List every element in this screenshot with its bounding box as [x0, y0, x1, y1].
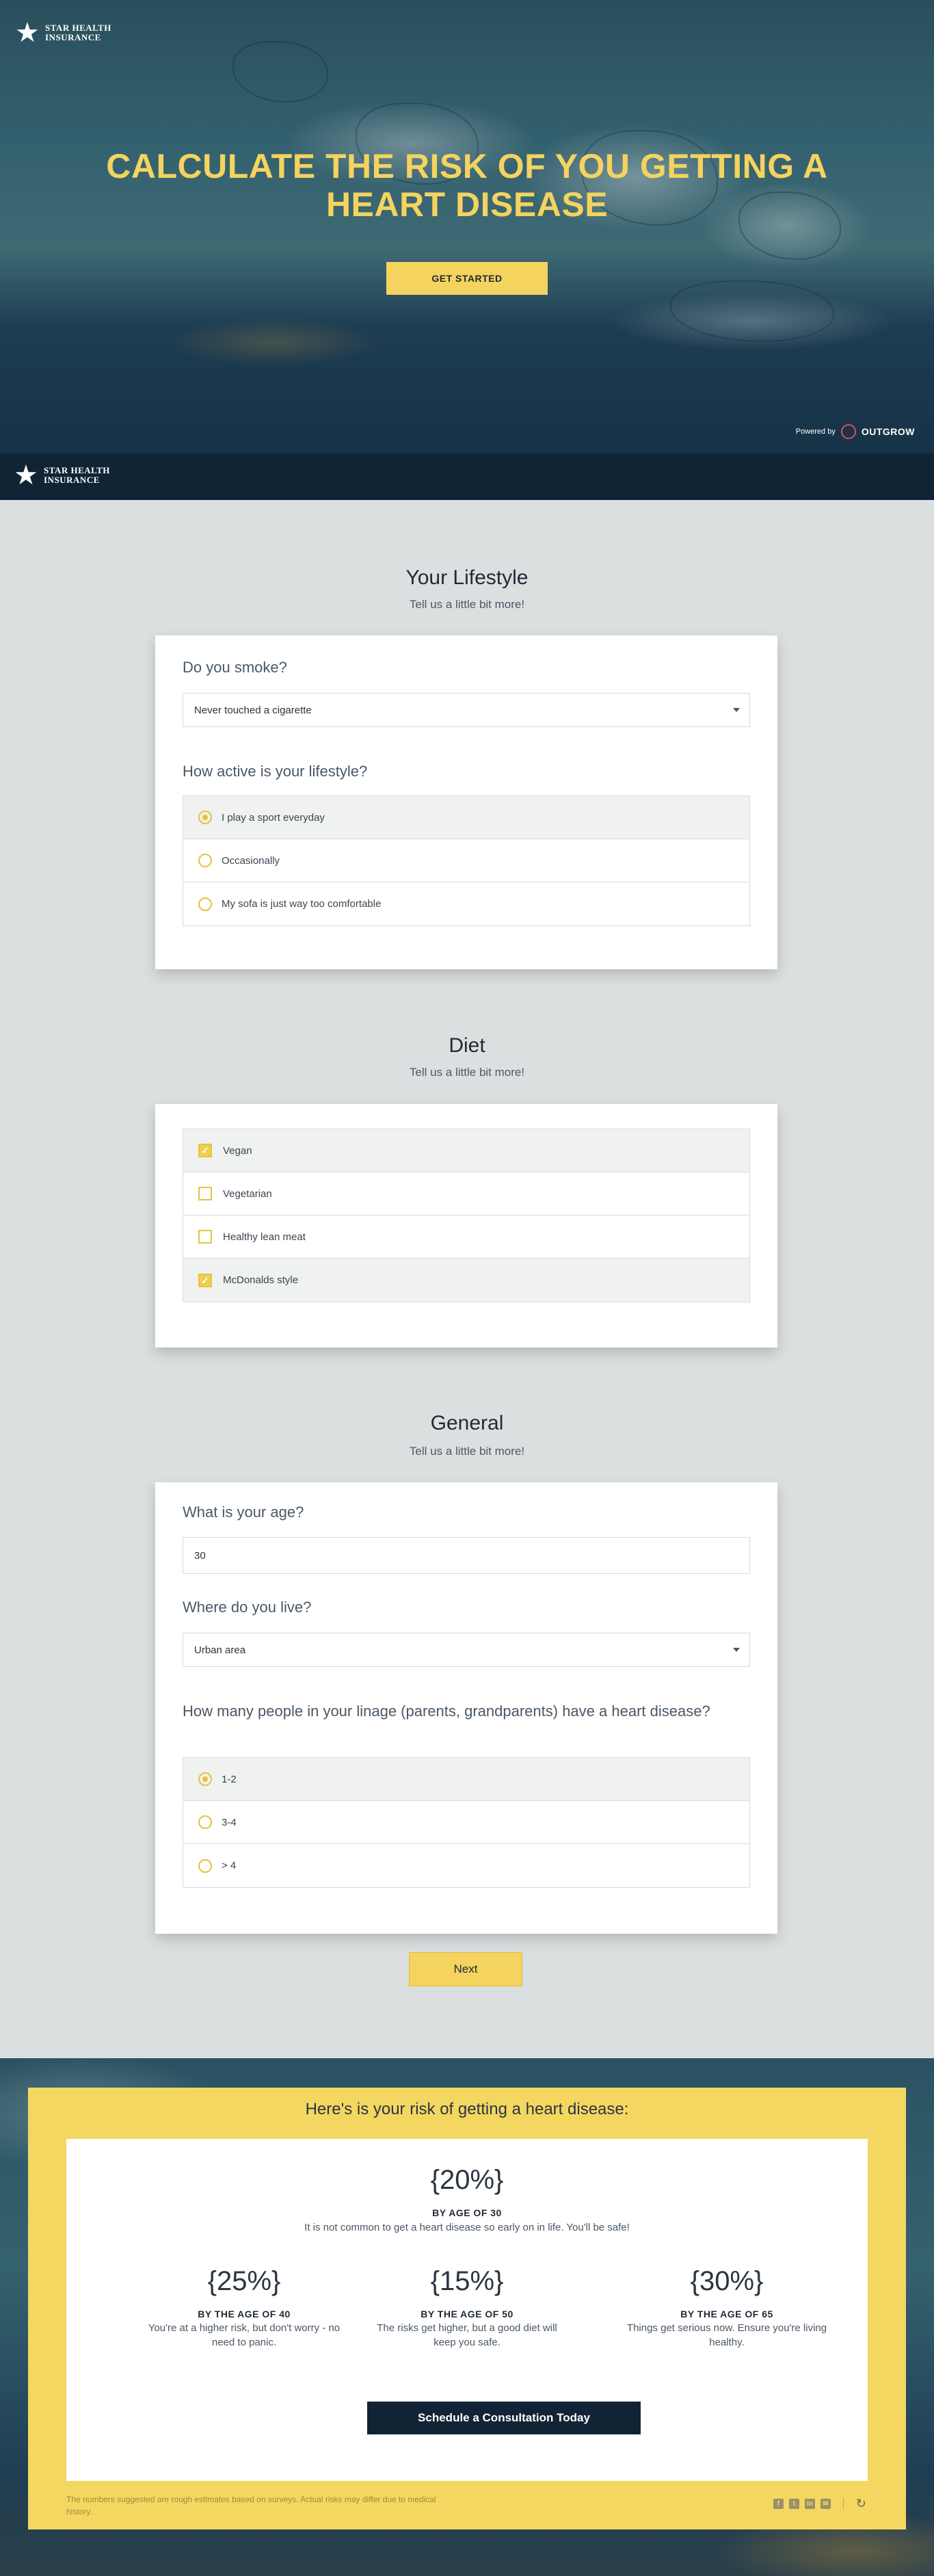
radio-selected-icon	[198, 811, 212, 824]
risk-age: BY THE AGE OF 40	[198, 2309, 291, 2319]
checkbox-checked-icon: ✓	[198, 1144, 212, 1157]
option-label: Occasionally	[222, 854, 280, 867]
diet-option[interactable]: ✓ McDonalds style	[183, 1259, 749, 1302]
diet-option[interactable]: Healthy lean meat	[183, 1215, 749, 1259]
outgrow-logo-icon	[840, 424, 856, 439]
question-active: How active is your lifestyle?	[183, 763, 368, 780]
radio-icon	[198, 1815, 212, 1829]
live-select[interactable]: Urban area	[183, 1633, 750, 1667]
hero-title: CALCULATE THE RISK OF YOU GETTING A HEAR…	[106, 147, 828, 224]
result-panel: Here's is your risk of getting a heart d…	[28, 2088, 906, 2529]
diet-title: Diet	[449, 1034, 485, 1057]
risk-desc: Things get serious now. Ensure you're li…	[626, 2322, 827, 2348]
result-title: Here's is your risk of getting a heart d…	[305, 2100, 629, 2118]
age-input[interactable]	[183, 1537, 750, 1574]
question-age: What is your age?	[183, 1503, 304, 1521]
risk-age: BY THE AGE OF 50	[421, 2309, 513, 2319]
star-logo-icon: ★	[15, 18, 40, 48]
next-button[interactable]: Next	[409, 1952, 522, 1986]
general-subtitle: Tell us a little bit more!	[409, 1445, 525, 1458]
brand-line-2: INSURANCE	[44, 475, 100, 485]
radio-icon	[198, 1858, 212, 1873]
get-started-button[interactable]: GET STARTED	[386, 262, 548, 295]
brand-name: STAR HEALTH INSURANCE	[44, 466, 110, 485]
diet-option[interactable]: Vegetarian	[183, 1172, 749, 1215]
brand-line-1: STAR HEALTH	[44, 465, 110, 475]
diet-options: ✓ Vegan Vegetarian Healthy lean meat ✓ McD…	[183, 1129, 750, 1302]
linage-option[interactable]: 3-4	[183, 1801, 749, 1844]
main-risk-percent: {20%}	[430, 2165, 504, 2195]
activity-option[interactable]: My sofa is just way too comfortable	[183, 882, 749, 925]
option-label: Vegan	[223, 1144, 252, 1157]
general-card: What is your age? Where do you live? Urb…	[155, 1482, 777, 1934]
option-label: McDonalds style	[223, 1274, 299, 1286]
main-risk-desc: It is not common to get a heart disease …	[304, 2222, 630, 2233]
linkedin-icon[interactable]: in	[804, 2498, 815, 2509]
chevron-down-icon	[733, 1648, 740, 1652]
linage-option[interactable]: > 4	[183, 1844, 749, 1887]
question-smoke: Do you smoke?	[183, 659, 287, 676]
activity-option[interactable]: Occasionally	[183, 839, 749, 882]
linage-option[interactable]: 1-2	[183, 1758, 749, 1801]
main-risk-age: BY AGE OF 30	[432, 2207, 502, 2218]
option-label: 3-4	[222, 1816, 237, 1828]
risk-age: BY THE AGE OF 65	[680, 2309, 773, 2319]
risk-desc: You're at a higher risk, but don't worry…	[148, 2322, 341, 2348]
diet-subtitle: Tell us a little bit more!	[409, 1066, 525, 1079]
redo-icon[interactable]: ↻	[856, 2497, 866, 2510]
disclaimer: The numbers suggested are rough estimate…	[66, 2495, 436, 2516]
question-linage: How many people in your linage (parents,…	[183, 1703, 710, 1720]
diet-card: ✓ Vegan Vegetarian Healthy lean meat ✓ McD…	[155, 1104, 777, 1348]
live-select-value: Urban area	[194, 1644, 246, 1656]
nav-bar: ★ STAR HEALTH INSURANCE	[0, 454, 934, 500]
question-live: Where do you live?	[183, 1599, 312, 1616]
texture-crack	[232, 41, 328, 103]
radio-icon	[198, 854, 212, 867]
lifestyle-card: Do you smoke? Never touched a cigarette …	[155, 635, 777, 969]
option-label: > 4	[222, 1860, 237, 1871]
option-label: Vegetarian	[223, 1187, 272, 1200]
brand-name: STAR HEALTH INSURANCE	[45, 23, 111, 42]
nav-brand-logo[interactable]: ★ STAR HEALTH INSURANCE	[14, 460, 110, 490]
general-title: General	[430, 1412, 504, 1434]
facebook-icon[interactable]: f	[773, 2498, 784, 2509]
schedule-consultation-button[interactable]: Schedule a Consultation Today	[367, 2402, 641, 2434]
option-label: My sofa is just way too comfortable	[222, 898, 382, 910]
diet-option[interactable]: ✓ Vegan	[183, 1129, 749, 1172]
linage-options: 1-2 3-4 > 4	[183, 1757, 750, 1888]
brand-line-1: STAR HEALTH	[45, 23, 111, 33]
texture-crack	[670, 280, 834, 342]
smoke-select-value: Never touched a cigarette	[194, 704, 312, 716]
checkbox-icon	[198, 1230, 212, 1244]
activity-options: I play a sport everyday Occasionally My …	[183, 796, 750, 926]
radio-selected-icon	[198, 1772, 212, 1786]
risk-percent: {25%}	[207, 2266, 281, 2296]
lifestyle-title: Your Lifestyle	[405, 566, 529, 589]
risk-percent: {30%}	[690, 2266, 764, 2296]
risk-percent: {15%}	[430, 2266, 504, 2296]
option-label: I play a sport everyday	[222, 811, 325, 824]
powered-by[interactable]: Powered by OUTGROW	[796, 424, 915, 439]
option-label: 1-2	[222, 1773, 237, 1785]
activity-option[interactable]: I play a sport everyday	[183, 796, 749, 839]
checkbox-checked-icon: ✓	[198, 1273, 212, 1287]
share-bar: f t in ✉ ↻	[773, 2497, 866, 2510]
twitter-icon[interactable]: t	[788, 2498, 799, 2509]
smoke-select[interactable]: Never touched a cigarette	[183, 693, 750, 727]
divider	[842, 2498, 844, 2509]
star-logo-icon: ★	[14, 460, 38, 490]
brand-logo[interactable]: ★ STAR HEALTH INSURANCE	[15, 18, 111, 48]
checkbox-icon	[198, 1187, 212, 1200]
option-label: Healthy lean meat	[223, 1231, 306, 1243]
powered-by-label: Powered by	[795, 428, 836, 436]
email-icon[interactable]: ✉	[820, 2498, 831, 2509]
hero-banner: ★ STAR HEALTH INSURANCE CALCULATE THE RI…	[0, 0, 934, 454]
result-card: {20%} BY AGE OF 30 It is not common to g…	[66, 2139, 868, 2481]
brand-line-2: INSURANCE	[45, 32, 101, 42]
risk-desc: The risks get higher, but a good diet wi…	[377, 2322, 557, 2348]
chevron-down-icon	[733, 708, 740, 712]
radio-icon	[198, 897, 212, 911]
outgrow-name: OUTGROW	[861, 426, 915, 437]
lifestyle-subtitle: Tell us a little bit more!	[409, 598, 525, 611]
